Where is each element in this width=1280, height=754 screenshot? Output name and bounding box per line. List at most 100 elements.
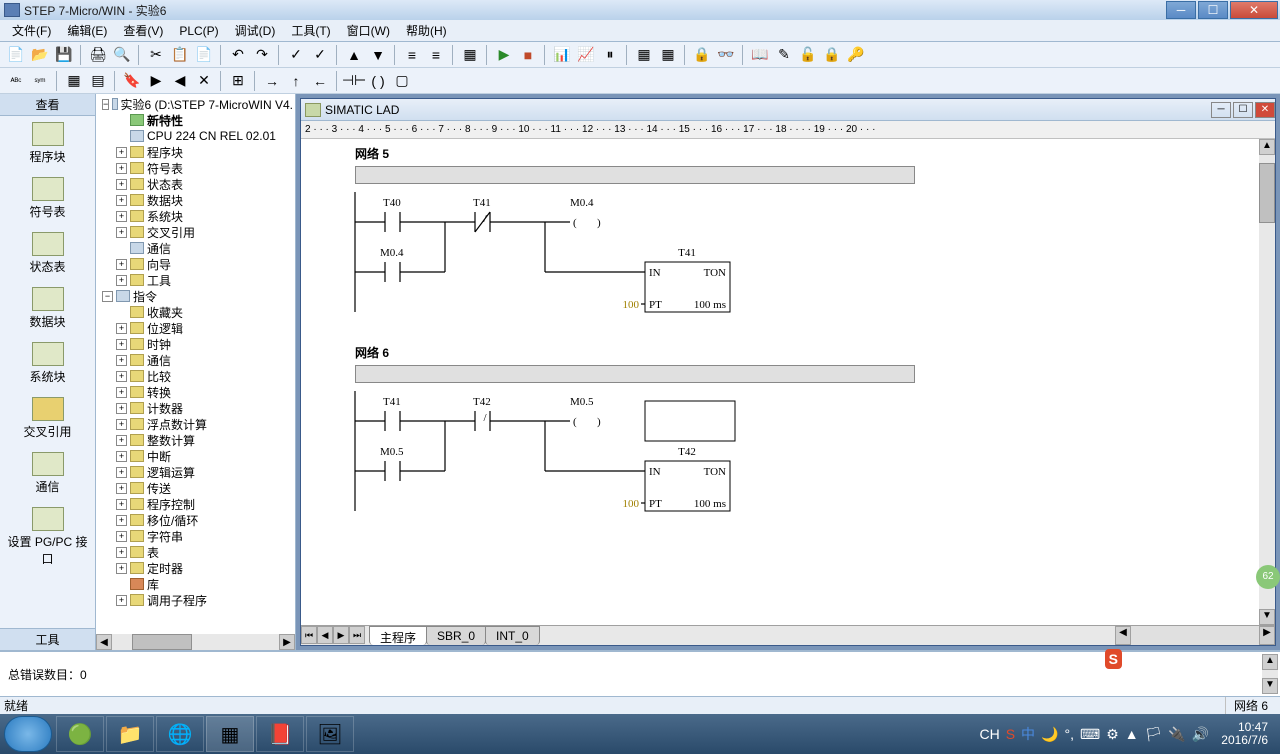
tree-hscroll[interactable]: ◀ ▶ [96,634,295,650]
expand-icon[interactable]: + [116,563,127,574]
scroll-left-icon[interactable]: ◀ [96,634,112,650]
expand-icon[interactable]: + [116,323,127,334]
next-bookmark-button[interactable]: ▶ [146,71,166,91]
tree-clock[interactable]: +时钟 [98,336,293,352]
expand-icon[interactable]: + [116,163,127,174]
tree-timer[interactable]: +定时器 [98,560,293,576]
expand-icon[interactable]: + [116,275,127,286]
scroll-down-icon[interactable]: ▼ [1262,678,1278,694]
expand-icon[interactable]: + [116,147,127,158]
prev-bookmark-button[interactable]: ◀ [170,71,190,91]
expand-icon[interactable]: + [116,483,127,494]
flag-icon[interactable]: 🏳 [1145,726,1163,743]
tree-counter[interactable]: +计数器 [98,400,293,416]
network-5[interactable]: 网络 5 T40 [325,143,1251,312]
tree-call-sub[interactable]: +调用子程序 [98,592,293,608]
tree-compare[interactable]: +比较 [98,368,293,384]
view1-button[interactable]: ▦ [64,71,84,91]
menu-window[interactable]: 窗口(W) [339,20,398,41]
punct-icon[interactable]: °, [1064,726,1074,742]
key-button[interactable]: 🔑 [846,45,866,65]
expand-icon[interactable]: + [116,419,127,430]
tree-symbol-table[interactable]: +符号表 [98,160,293,176]
tree-root[interactable]: −实验6 (D:\STEP 7-MicroWIN V4. [98,96,293,112]
settings-icon[interactable]: ⚙ [1106,726,1119,743]
scroll-right-icon[interactable]: ▶ [1259,626,1275,645]
tree-float[interactable]: +浮点数计算 [98,416,293,432]
compile-button[interactable]: ✓ [286,45,306,65]
copy-button[interactable]: 📋 [170,45,190,65]
editor-hscroll[interactable]: ◀ ▶ [1115,626,1275,645]
doc-maximize-button[interactable]: ☐ [1233,102,1253,118]
status-button[interactable]: 📊 [552,45,572,65]
nav-cross-ref[interactable]: 交叉引用 [0,391,95,446]
scroll-left-icon[interactable]: ◀ [1115,626,1131,645]
task-explorer[interactable]: 📁 [106,716,154,752]
tab-prev-button[interactable]: ◀ [317,626,333,644]
stop-button[interactable]: ■ [518,45,538,65]
tree-move[interactable]: +传送 [98,480,293,496]
coil-button[interactable]: ( ) [368,71,388,91]
cn-icon[interactable]: 中 [1021,724,1035,744]
menu-plc[interactable]: PLC(P) [171,22,226,40]
bookmark-button[interactable]: 🔖 [122,71,142,91]
expand-icon[interactable]: + [116,515,127,526]
tree-status-table[interactable]: +状态表 [98,176,293,192]
start-button[interactable] [4,716,52,752]
download-button[interactable]: ▼ [368,45,388,65]
expand-icon[interactable]: + [116,467,127,478]
doc-close-button[interactable]: ✕ [1255,102,1275,118]
menu-tools[interactable]: 工具(T) [283,20,338,41]
project-tree[interactable]: −实验6 (D:\STEP 7-MicroWIN V4. 新特性 CPU 224… [96,94,296,650]
save-button[interactable]: 💾 [54,45,74,65]
read-button[interactable]: 📖 [750,45,770,65]
menu-view[interactable]: 查看(V) [115,20,171,41]
new-button[interactable]: 📄 [6,45,26,65]
tab-int0[interactable]: INT_0 [485,626,540,645]
expand-icon[interactable]: + [116,547,127,558]
tree-program-control[interactable]: +程序控制 [98,496,293,512]
network-6[interactable]: 网络 6 T41 / [325,342,1251,511]
lock-button[interactable]: 🔒 [822,45,842,65]
tree-string[interactable]: +字符串 [98,528,293,544]
tree-new-feature[interactable]: 新特性 [98,112,293,128]
redo-button[interactable]: ↷ [252,45,272,65]
expand-icon[interactable]: + [116,371,127,382]
tab-last-button[interactable]: ⏭ [349,626,365,644]
sogou-icon[interactable]: S [1006,726,1015,742]
expand-icon[interactable]: + [116,259,127,270]
maximize-button[interactable]: ☐ [1198,1,1228,19]
task-help[interactable]: 📕 [256,716,304,752]
doc-minimize-button[interactable]: ─ [1211,102,1231,118]
tab-next-button[interactable]: ▶ [333,626,349,644]
ladder-editor[interactable]: 网络 5 T40 [301,139,1275,625]
paste-button[interactable]: 📄 [194,45,214,65]
tree-inst-comm[interactable]: +通信 [98,352,293,368]
line-up-button[interactable]: ↑ [286,71,306,91]
delete-row-button[interactable]: ≡ [426,45,446,65]
expand-icon[interactable]: + [116,195,127,206]
tree-wizard[interactable]: +向导 [98,256,293,272]
upload-button[interactable]: ▲ [344,45,364,65]
scroll-thumb[interactable] [1259,163,1275,223]
unlock-button[interactable]: 🔓 [798,45,818,65]
toggle-button[interactable]: ⊞ [228,71,248,91]
network-button[interactable]: ▦ [460,45,480,65]
insert-row-button[interactable]: ≡ [402,45,422,65]
force-button[interactable]: 🔒 [692,45,712,65]
task-app1[interactable]: 🟢 [56,716,104,752]
nav-footer[interactable]: 工具 [0,628,95,650]
menu-file[interactable]: 文件(F) [4,20,59,41]
scroll-thumb[interactable] [132,634,192,650]
expand-icon[interactable]: + [116,451,127,462]
expand-icon[interactable]: + [116,339,127,350]
scroll-up-icon[interactable]: ▲ [1262,654,1278,670]
undo-button[interactable]: ↶ [228,45,248,65]
tab-first-button[interactable]: ⏮ [301,626,317,644]
task-step7[interactable]: ▦ [206,716,254,752]
side-badge[interactable]: 62 [1256,565,1280,589]
network-comment[interactable] [355,365,915,383]
tree-favorites[interactable]: 收藏夹 [98,304,293,320]
ime-badge[interactable]: S [1105,649,1122,669]
nav-symbol-table[interactable]: 符号表 [0,171,95,226]
